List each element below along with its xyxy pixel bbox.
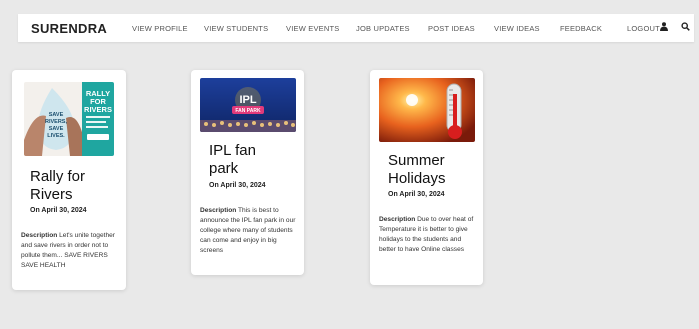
card-title: IPL fan park: [209, 142, 256, 177]
nav-view-profile[interactable]: VIEW PROFILE: [132, 24, 188, 33]
card-title: Rally for Rivers: [30, 168, 86, 203]
user-icon[interactable]: [660, 22, 668, 33]
nav-logout[interactable]: LOGOUT: [627, 24, 660, 33]
nav-view-ideas[interactable]: VIEW IDEAS: [494, 24, 540, 33]
description-text: This is best to announce the IPL fan par…: [200, 207, 296, 254]
card-description: Description This is best to announce the…: [200, 206, 298, 256]
card-title: Summer Holidays: [388, 152, 446, 187]
nav-view-events[interactable]: VIEW EVENTS: [286, 24, 339, 33]
card-date: On April 30, 2024: [388, 191, 445, 198]
event-card-ipl-fan-park[interactable]: IPL FAN PARK IPL fan park On April 30, 2…: [191, 70, 304, 275]
image-text-ipl: IPL: [239, 94, 256, 106]
image-text-fan-park: FAN PARK: [235, 108, 261, 114]
event-card-rally-for-rivers[interactable]: RALLY FOR RIVERS SAVE RIVERS, SAVE LIVES…: [12, 70, 126, 290]
image-text-lives: LIVES.: [47, 133, 65, 139]
description-label: Description: [379, 216, 416, 223]
description-label: Description: [200, 207, 237, 214]
image-text-save: SAVE: [49, 112, 64, 118]
nav-feedback[interactable]: FEEDBACK: [560, 24, 602, 33]
card-date: On April 30, 2024: [209, 182, 266, 189]
rally-for-rivers-image: RALLY FOR RIVERS SAVE RIVERS, SAVE LIVES…: [24, 82, 114, 156]
event-card-summer-holidays[interactable]: Summer Holidays On April 30, 2024 Descri…: [370, 70, 483, 285]
search-icon[interactable]: [681, 22, 690, 33]
brand-name[interactable]: SURENDRA: [31, 21, 107, 36]
image-text-rivers-comma: RIVERS,: [45, 119, 67, 125]
image-text-rivers: RIVERS: [84, 105, 112, 114]
image-text-save-2: SAVE: [49, 126, 64, 132]
description-label: Description: [21, 232, 58, 239]
nav-job-updates[interactable]: JOB UPDATES: [356, 24, 410, 33]
card-description: Description Let's unite together and sav…: [21, 231, 119, 271]
ipl-fan-park-image: IPL FAN PARK: [200, 78, 296, 132]
summer-holidays-image: [379, 78, 475, 142]
card-date: On April 30, 2024: [30, 207, 87, 214]
nav-view-students[interactable]: VIEW STUDENTS: [204, 24, 268, 33]
nav-post-ideas[interactable]: POST IDEAS: [428, 24, 475, 33]
top-navbar: SURENDRA VIEW PROFILE VIEW STUDENTS VIEW…: [18, 14, 694, 42]
card-description: Description Due to over heat of Temperat…: [379, 215, 479, 255]
